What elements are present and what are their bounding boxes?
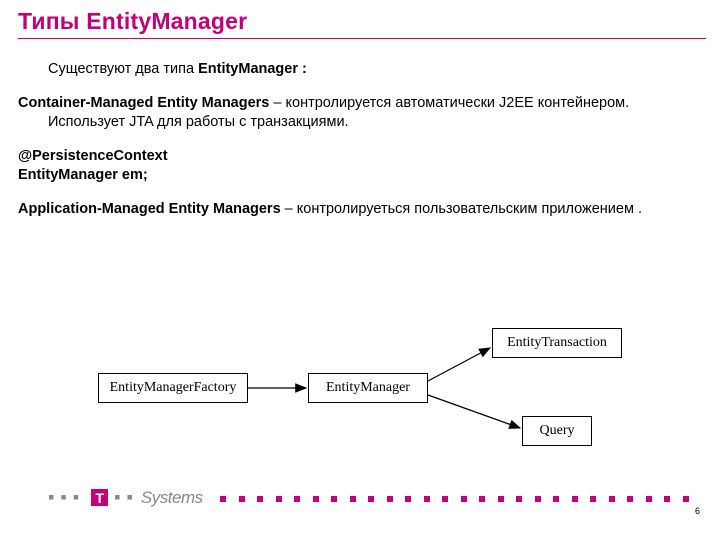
intro-bold: EntityManager : [198,61,307,77]
diagram: EntityManagerFactory EntityManager Entit… [18,318,658,468]
am-bold: Application-Managed Entity Managers [18,201,281,217]
page-number: 6 [695,506,700,516]
am-para: Application-Managed Entity Managers – ко… [18,200,702,220]
intro-prefix: Существуют два типа [48,61,198,77]
diagram-box-emf: EntityManagerFactory [98,373,248,403]
annotation-line2: EntityManager em; [18,166,702,186]
logo-dots-left-icon: ▪▪▪ [48,487,85,508]
logo-t-square-icon: T [91,489,108,506]
annotation-line1: @PersistenceContext [18,147,702,167]
intro-para: Существуют два типа EntityManager : [18,60,702,80]
diagram-box-q: Query [522,416,592,446]
title-underline [18,38,706,39]
footer-dots-icon [220,496,690,502]
logo-dots-mid-icon: ▪▪ [114,487,139,508]
am-rest: – контролируеться пользовательским прило… [281,201,642,217]
footer: ▪▪▪ T ▪▪ Systems 6 [0,478,720,518]
logo-word: Systems [141,488,203,508]
body-text: Существуют два типа EntityManager : Cont… [18,60,702,233]
cm-para: Container-Managed Entity Managers – конт… [18,94,702,133]
logo: ▪▪▪ T ▪▪ Systems [48,487,203,508]
cm-bold: Container-Managed Entity Managers [18,95,269,111]
diagram-box-em: EntityManager [308,373,428,403]
diagram-box-et: EntityTransaction [492,328,622,358]
slide-title: Типы EntityManager [18,8,247,35]
